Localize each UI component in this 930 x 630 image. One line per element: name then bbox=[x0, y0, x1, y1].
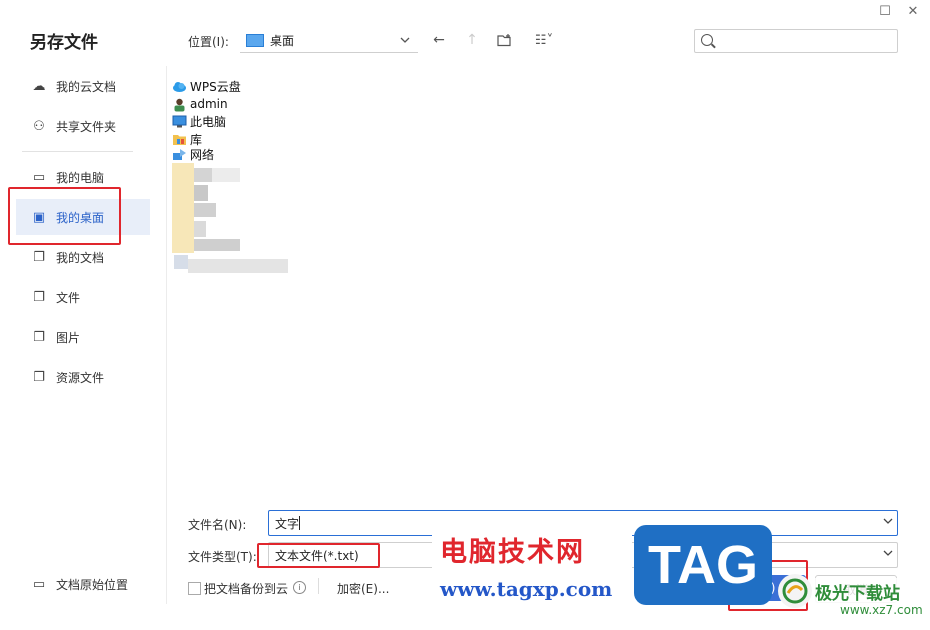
search-icon bbox=[701, 34, 713, 46]
sidebar-item-my-documents[interactable]: ❐ 我的文档 bbox=[16, 239, 150, 275]
file-item-label: WPS云盘 bbox=[190, 79, 241, 94]
info-icon[interactable]: i bbox=[293, 581, 306, 594]
folder-icon: ❐ bbox=[33, 289, 45, 305]
aurora-logo-icon bbox=[778, 574, 812, 608]
sidebar-item-label: 我的云文档 bbox=[56, 79, 117, 94]
location-value: 桌面 bbox=[270, 33, 295, 48]
folder-icon: ❐ bbox=[33, 249, 45, 265]
sidebar-item-resources[interactable]: ❐ 资源文件 bbox=[16, 359, 150, 395]
back-arrow-icon[interactable]: ← bbox=[429, 30, 449, 50]
chevron-down-icon bbox=[883, 548, 893, 559]
computer-icon bbox=[172, 115, 187, 128]
desktop-icon bbox=[246, 33, 264, 47]
sidebar-item-label: 文档原始位置 bbox=[56, 577, 129, 592]
filename-value: 文字 bbox=[275, 517, 300, 531]
file-item-label: 此电脑 bbox=[190, 114, 227, 129]
sidebar-item-label: 我的文档 bbox=[56, 250, 105, 265]
folder-icon: ❐ bbox=[33, 329, 45, 345]
dialog-title: 另存文件 bbox=[30, 33, 98, 53]
sidebar-item-pictures[interactable]: ❐ 图片 bbox=[16, 319, 150, 355]
backup-checkbox[interactable] bbox=[188, 582, 201, 595]
file-item-admin[interactable]: admin bbox=[172, 95, 228, 113]
watermark-url: www.tagxp.com bbox=[440, 577, 613, 601]
text-caret bbox=[299, 516, 300, 530]
library-icon bbox=[172, 133, 187, 146]
file-item-library[interactable]: 库 bbox=[172, 130, 202, 148]
sidebar-item-label: 资源文件 bbox=[56, 370, 105, 385]
filetype-label: 文件类型(T): bbox=[188, 550, 257, 564]
location-dropdown[interactable]: 桌面 bbox=[240, 28, 418, 53]
file-item-wps-cloud[interactable]: WPS云盘 bbox=[172, 77, 241, 95]
up-arrow-icon[interactable]: ↑ bbox=[462, 30, 482, 50]
chevron-down-icon[interactable] bbox=[883, 516, 893, 527]
sidebar-item-shared-folder[interactable]: ⚇ 共享文件夹 bbox=[16, 108, 150, 144]
view-mode-icon[interactable]: ☷˅ bbox=[529, 30, 559, 50]
sidebar-item-cloud-docs[interactable]: ☁ 我的云文档 bbox=[16, 68, 150, 104]
sidebar-divider bbox=[22, 151, 133, 152]
pixelated-file-list bbox=[172, 163, 292, 278]
close-icon[interactable]: ✕ bbox=[904, 2, 922, 20]
file-item-label: 网络 bbox=[190, 147, 215, 162]
file-item-label: 库 bbox=[190, 132, 203, 147]
monitor-icon: ▭ bbox=[32, 169, 46, 185]
share-icon: ⚇ bbox=[33, 118, 45, 134]
new-folder-icon[interactable] bbox=[495, 30, 515, 50]
network-icon bbox=[172, 148, 187, 161]
watermark-site-name: 电脑技术网 bbox=[440, 537, 585, 568]
user-icon bbox=[172, 98, 187, 111]
chevron-down-icon bbox=[400, 35, 414, 46]
folder-icon: ▭ bbox=[32, 576, 46, 592]
file-item-network[interactable]: 网络 bbox=[172, 147, 214, 161]
search-input[interactable] bbox=[717, 32, 893, 50]
sidebar-item-label: 文件 bbox=[56, 290, 81, 305]
file-item-label: admin bbox=[190, 97, 228, 111]
sidebar-item-label: 我的电脑 bbox=[56, 170, 105, 185]
cloud-icon: ☁ bbox=[32, 78, 46, 94]
sidebar-item-files[interactable]: ❐ 文件 bbox=[16, 279, 150, 315]
file-item-this-pc[interactable]: 此电脑 bbox=[172, 112, 226, 130]
watermark-tag-logo: TAG bbox=[634, 525, 772, 605]
annotation-highlight-box bbox=[257, 543, 380, 568]
sidebar-item-label: 共享文件夹 bbox=[56, 119, 117, 134]
maximize-icon[interactable]: ☐ bbox=[876, 2, 894, 20]
location-label: 位置(I): bbox=[188, 35, 229, 49]
divider bbox=[318, 578, 319, 594]
folder-icon: ❐ bbox=[33, 369, 45, 385]
sidebar-item-label: 图片 bbox=[56, 330, 81, 345]
backup-label: 把文档备份到云 bbox=[204, 582, 289, 596]
cloud-drive-icon bbox=[172, 80, 187, 93]
filename-label: 文件名(N): bbox=[188, 518, 247, 532]
corner-watermark-name: 极光下载站 bbox=[815, 584, 900, 604]
search-box[interactable] bbox=[694, 29, 898, 53]
encrypt-link[interactable]: 加密(E)... bbox=[337, 580, 389, 597]
corner-watermark-url: www.xz7.com bbox=[840, 603, 923, 617]
annotation-highlight-box bbox=[8, 187, 121, 245]
pane-divider bbox=[166, 66, 167, 604]
sidebar-item-original-location[interactable]: ▭ 文档原始位置 bbox=[16, 566, 150, 602]
